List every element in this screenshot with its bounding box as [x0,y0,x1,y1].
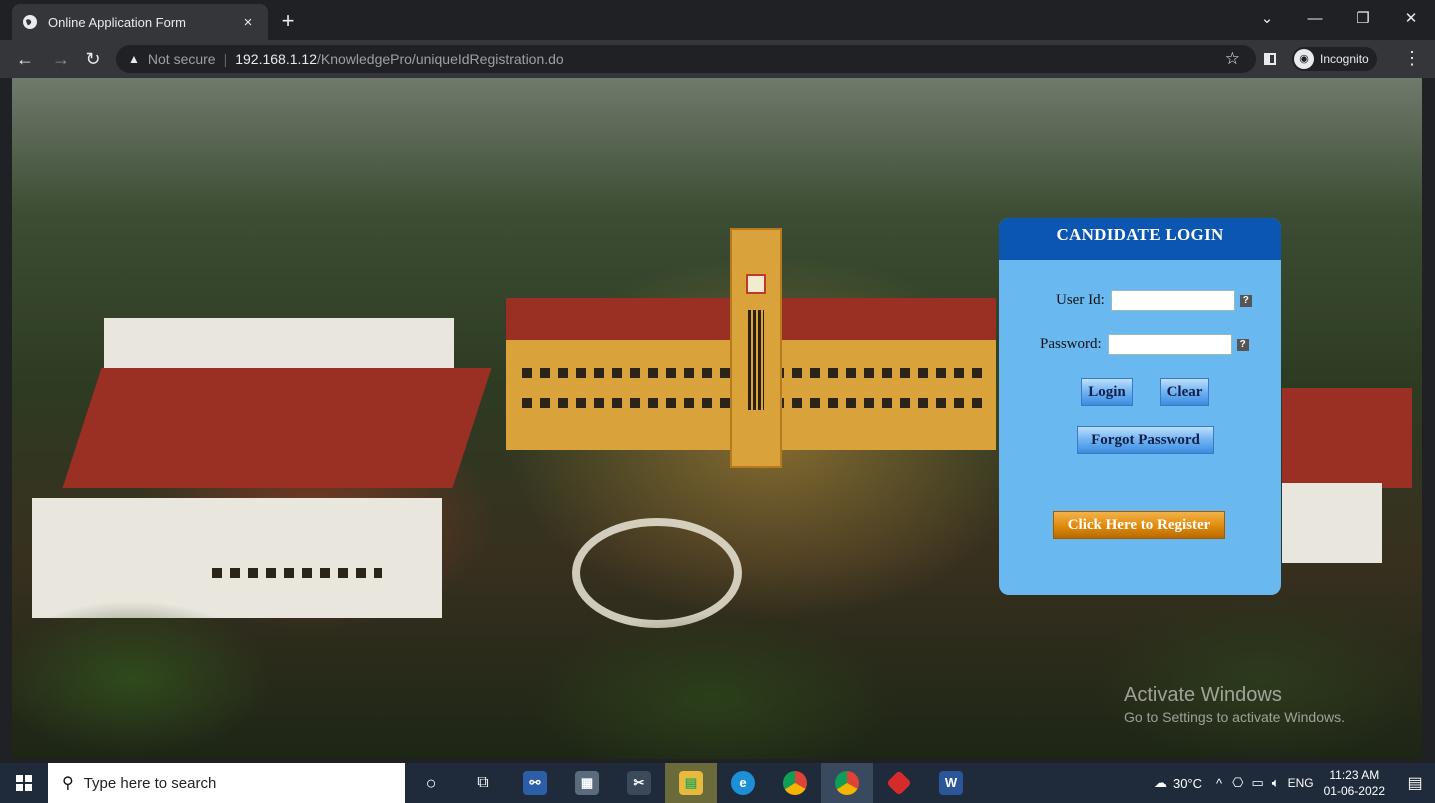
show-hidden-icons-icon[interactable]: ^ [1216,776,1222,791]
volume-icon[interactable]: 🔈︎ [1272,775,1280,791]
onedrive-icon[interactable]: ⎔ [1232,775,1243,791]
snipping-tool-icon[interactable]: ✂ [613,763,665,803]
close-window-button[interactable]: ✕ [1387,9,1435,27]
system-tray: ☁ 30°C ^ ⎔ ▭ 🔈︎ ENG 11:23 AM 01-06-2022 … [1154,763,1435,803]
roof-right [1282,388,1412,488]
weather-temp[interactable]: 30°C [1173,776,1202,791]
candidate-login-panel: CANDIDATE LOGIN User Id: ? Password: ? L… [999,218,1281,595]
url-path: /KnowledgePro/uniqueIdRegistration.do [316,51,564,67]
roof-left [62,368,492,488]
incognito-badge[interactable]: ◉ Incognito [1292,47,1377,71]
window-controls: ⌄ — ❐ ✕ [1243,0,1435,36]
reload-icon[interactable]: ↻ [82,48,104,70]
chrome-profile-icon[interactable] [821,763,873,803]
calculator-icon[interactable]: ▦ [561,763,613,803]
user-id-input[interactable] [1110,290,1235,311]
clear-button[interactable]: Clear [1160,378,1209,406]
url-host: 192.168.1.12 [235,51,317,67]
tab-title: Online Application Form [48,14,187,30]
bookmark-star-icon[interactable]: ☆ [1225,49,1240,69]
red-app-icon[interactable] [873,763,925,803]
tower-windows [748,310,764,410]
new-tab-button[interactable]: + [276,9,300,33]
chrome-icon[interactable] [769,763,821,803]
address-bar[interactable]: ▲ Not secure | 192.168.1.12 /KnowledgePr… [116,45,1256,73]
clock-time: 11:23 AM [1329,768,1380,782]
windows-logo-icon [16,775,32,791]
password-label: Password: [1040,336,1102,352]
browser-tab[interactable]: Online Application Form × [12,4,268,40]
clock-date: 01-06-2022 [1323,784,1385,798]
task-view-icon[interactable]: ⧉ [457,763,509,803]
browser-tab-bar: Online Application Form × + ⌄ — ❐ ✕ [0,0,1435,40]
password-input[interactable] [1107,334,1232,355]
forward-arrow-icon[interactable]: → [50,48,72,70]
watermark-title: Activate Windows [1124,684,1282,706]
weather-icon[interactable]: ☁ [1154,775,1167,791]
word-icon[interactable]: W [925,763,977,803]
register-button[interactable]: Click Here to Register [1053,511,1225,539]
incognito-label: Incognito [1320,52,1369,66]
clock[interactable]: 11:23 AM 01-06-2022 [1324,767,1385,799]
watermark-subtitle: Go to Settings to activate Windows. [1124,709,1345,725]
activate-windows-watermark: Activate Windows Go to Settings to activ… [1124,684,1345,725]
globe-icon [23,15,37,29]
warning-icon[interactable]: ▲ [128,52,140,66]
restore-button[interactable]: ❐ [1339,9,1387,27]
file-explorer-icon[interactable]: ▤ [665,763,717,803]
search-icon: ⚲ [62,775,74,792]
network-icon[interactable]: ▭ [1251,775,1263,791]
edge-icon[interactable]: e [717,763,769,803]
password-help-icon[interactable]: ? [1236,338,1249,351]
minimize-button[interactable]: — [1291,10,1339,27]
back-arrow-icon[interactable]: ← [14,48,36,70]
tower-clock [746,274,766,294]
user-id-row: User Id: ? [1056,290,1252,311]
login-button[interactable]: Login [1081,378,1133,406]
taskbar-search[interactable]: ⚲ Type here to search [48,763,405,803]
password-row: Password: ? [1040,334,1249,355]
security-label[interactable]: Not secure [148,51,216,67]
url-separator: | [223,51,228,67]
user-id-help-icon[interactable]: ? [1239,294,1252,307]
building-right [1282,483,1382,563]
language-indicator[interactable]: ENG [1288,776,1314,790]
notifications-icon[interactable]: ▤ [1395,773,1435,793]
user-id-label: User Id: [1056,292,1105,308]
start-button[interactable] [0,763,48,803]
page-viewport: CANDIDATE LOGIN User Id: ? Password: ? L… [12,78,1422,759]
tab-close-icon[interactable]: × [238,14,258,31]
side-panel-icon[interactable] [1264,53,1276,65]
kebab-menu-icon[interactable]: ⋮ [1403,48,1421,69]
network-app-icon[interactable]: ⚯ [509,763,561,803]
search-placeholder: Type here to search [83,774,217,792]
login-header: CANDIDATE LOGIN [999,218,1281,260]
address-toolbar: ← → ↻ ▲ Not secure | 192.168.1.12 /Knowl… [0,40,1435,78]
incognito-icon: ◉ [1294,49,1314,69]
cortana-icon[interactable]: ○ [405,763,457,803]
forgot-password-button[interactable]: Forgot Password [1077,426,1214,454]
tab-search-icon[interactable]: ⌄ [1243,9,1291,27]
windows-taskbar: ⚲ Type here to search ○ ⧉ ⚯ ▦ ✂ ▤ e W ☁ … [0,763,1435,803]
